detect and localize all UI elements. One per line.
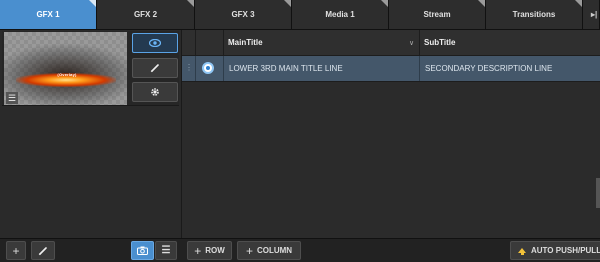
- list-view-button[interactable]: ☰: [155, 241, 177, 260]
- tab-label: GFX 2: [133, 10, 158, 19]
- plus-icon: +: [12, 243, 20, 258]
- auto-push-pull-button[interactable]: AUTO PUSH/PULL: [510, 241, 600, 260]
- tab-stream[interactable]: Stream: [389, 0, 486, 29]
- list-icon[interactable]: ☰: [6, 92, 18, 104]
- row-select-cell[interactable]: [196, 56, 224, 81]
- graphic-item[interactable]: (Overlay) ☰: [2, 31, 179, 106]
- plus-icon: +: [194, 243, 202, 258]
- graphics-list-panel: (Overlay) ☰: [0, 30, 182, 238]
- add-row-label: ROW: [205, 246, 225, 255]
- header-select-col: [196, 30, 224, 55]
- drag-handle-icon: ⋮: [185, 63, 193, 72]
- row-drag-handle[interactable]: ⋮: [182, 56, 196, 81]
- data-grid: MainTitle ∨ SubTitle ⋮ LOWER 3RD MAIN TI…: [182, 30, 600, 238]
- add-graphic-button[interactable]: +: [6, 241, 26, 260]
- edit-graphic-button[interactable]: [31, 241, 55, 260]
- thumbnail-background: [4, 32, 127, 105]
- pencil-icon: [38, 246, 47, 255]
- tab-corner-marker: [478, 0, 485, 7]
- graphic-thumbnail[interactable]: (Overlay) ☰: [4, 32, 127, 105]
- thumbnail-glow-text: (Overlay): [57, 72, 77, 77]
- edit-button[interactable]: [132, 58, 178, 78]
- table-cell-maintitle[interactable]: LOWER 3RD MAIN TITLE LINE: [224, 56, 420, 81]
- chevron-right-icon: ▸|: [591, 10, 598, 19]
- list-icon: ☰: [161, 245, 171, 256]
- tab-corner-marker: [575, 0, 582, 7]
- pencil-icon: [150, 64, 159, 73]
- camera-icon: [137, 246, 148, 255]
- auto-push-pull-label: AUTO PUSH/PULL: [531, 246, 600, 255]
- tab-label: Media 1: [325, 10, 355, 19]
- tab-label: Stream: [423, 10, 451, 19]
- column-header-subtitle[interactable]: SubTitle: [420, 30, 600, 55]
- table-row[interactable]: ⋮ LOWER 3RD MAIN TITLE LINE SECONDARY DE…: [182, 56, 600, 82]
- arrow-up-icon: [518, 248, 526, 255]
- bottom-toolbar: + ☰ + ROW + COLUMN AUTO PUSH/PULL: [0, 238, 600, 262]
- preview-eye-button[interactable]: [132, 33, 178, 53]
- tab-media-1[interactable]: Media 1: [292, 0, 389, 29]
- header-drag-col: [182, 30, 196, 55]
- tab-bar: GFX 1 GFX 2 GFX 3 Media 1 Stream Transit…: [0, 0, 600, 30]
- tab-transitions[interactable]: Transitions: [486, 0, 583, 29]
- column-header-maintitle[interactable]: MainTitle: [224, 30, 420, 55]
- tab-label: GFX 3: [231, 10, 255, 19]
- add-row-button[interactable]: + ROW: [187, 241, 232, 260]
- cell-text: LOWER 3RD MAIN TITLE LINE: [229, 64, 343, 73]
- tab-label: Transitions: [512, 10, 556, 19]
- tab-gfx-2[interactable]: GFX 2: [97, 0, 195, 29]
- tab-corner-marker: [89, 0, 96, 7]
- column-header-label: MainTitle: [228, 38, 263, 47]
- tab-gfx-1[interactable]: GFX 1: [0, 0, 97, 29]
- table-cell-subtitle[interactable]: SECONDARY DESCRIPTION LINE: [420, 56, 600, 81]
- tabs-scroll-right-button[interactable]: ▸|: [583, 0, 600, 29]
- row-select-radio[interactable]: [202, 62, 214, 74]
- tab-gfx-3[interactable]: GFX 3: [195, 0, 292, 29]
- settings-button[interactable]: [132, 82, 178, 102]
- eye-icon: [149, 39, 161, 47]
- tab-corner-marker: [284, 0, 291, 7]
- add-column-label: COLUMN: [256, 246, 293, 255]
- gear-icon: [151, 88, 159, 96]
- tab-corner-marker: [187, 0, 194, 7]
- add-column-button[interactable]: + COLUMN: [237, 241, 301, 260]
- grid-header: MainTitle ∨ SubTitle: [182, 30, 600, 56]
- cell-text: SECONDARY DESCRIPTION LINE: [425, 64, 553, 73]
- column-header-label: SubTitle: [424, 38, 456, 47]
- chevron-down-icon[interactable]: ∨: [409, 39, 414, 47]
- vertical-scrollbar[interactable]: [596, 178, 600, 208]
- plus-icon: +: [245, 243, 253, 258]
- tab-corner-marker: [381, 0, 388, 7]
- tab-label: GFX 1: [36, 10, 60, 19]
- thumbnail-view-button[interactable]: [131, 241, 154, 260]
